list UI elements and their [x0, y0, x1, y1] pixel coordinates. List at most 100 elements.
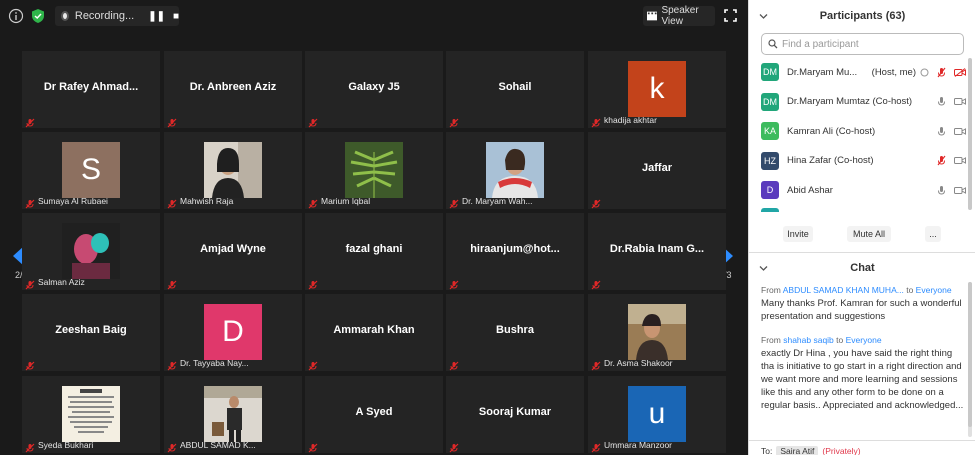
participant-video-tile[interactable]: Sooraj Kumar — [446, 376, 584, 453]
participant-list-item[interactable]: HZ Hina Zafar (Co-host) — [761, 148, 966, 174]
info-icon[interactable] — [8, 8, 24, 24]
participant-video-tile[interactable]: Dr. Asma Shakoor — [588, 294, 726, 371]
participant-name: Dr Rafey Ahmad... — [43, 81, 139, 93]
participant-video-tile[interactable]: ABDUL SAMAD K... — [164, 376, 302, 453]
video-off-icon[interactable] — [954, 67, 966, 77]
right-side-panel: Participants (63) Find a participant DM D… — [748, 0, 975, 455]
mic-muted-icon — [591, 115, 601, 128]
participant-avatar: DM — [761, 92, 779, 111]
participant-name: fazal ghani — [345, 243, 403, 255]
mic-muted-icon — [449, 440, 459, 453]
shield-icon[interactable] — [30, 8, 46, 24]
from-label: From — [761, 285, 781, 295]
participant-video-tile[interactable]: hiraanjum@hot... — [446, 213, 584, 290]
participant-video-tile[interactable]: Zeeshan Baig — [22, 294, 160, 371]
chat-input-divider — [749, 440, 975, 441]
mic-muted-icon — [308, 196, 318, 209]
avatar-photo — [204, 142, 262, 198]
to-label: To: — [761, 446, 773, 455]
participant-list-item[interactable]: D Abid Ashar — [761, 177, 966, 203]
chat-scrollbar[interactable] — [968, 282, 972, 427]
video-icon[interactable] — [954, 127, 966, 136]
mic-muted-icon — [591, 196, 601, 209]
chat-sender: ABDUL SAMAD KHAN MUHA... — [782, 285, 904, 295]
participant-list-item[interactable]: KA Kamran Ali (Co-host) — [761, 118, 966, 144]
mic-muted-icon[interactable] — [937, 67, 946, 78]
participant-video-tile[interactable]: Dr. Anbreen Aziz — [164, 51, 302, 128]
participant-video-tile[interactable]: Jaffar — [588, 132, 726, 209]
chat-message-text: Many thanks Prof. Kamran for such a wond… — [761, 298, 962, 322]
participant-video-tile[interactable]: Dr.Rabia Inam G... — [588, 213, 726, 290]
mic-muted-icon — [308, 115, 318, 128]
pause-recording-button[interactable]: ❚❚ — [148, 11, 165, 22]
participant-name: Marium Iqbal — [321, 196, 371, 206]
participant-video-tile[interactable]: u Ummara Manzoor — [588, 376, 726, 453]
participant-video-tile[interactable]: A Syed — [305, 376, 443, 453]
to-word: to — [906, 285, 914, 295]
chat-message: From ABDUL SAMAD KHAN MUHA... to Everyon… — [761, 284, 966, 323]
video-icon[interactable] — [954, 156, 966, 165]
zoom-window: Recording... ❚❚ ■ Speaker View 2/3 2/3 D… — [0, 0, 975, 455]
video-icon[interactable] — [954, 186, 966, 195]
participant-avatar: DM — [761, 63, 779, 81]
recording-indicator: Recording... ❚❚ ■ — [55, 6, 179, 26]
invite-button[interactable]: Invite — [783, 226, 813, 242]
avatar-photo — [62, 386, 120, 442]
participant-name: Syeda Bukhari — [38, 440, 94, 450]
participant-search-input[interactable]: Find a participant — [761, 33, 964, 55]
participant-video-tile[interactable]: Sohail — [446, 51, 584, 128]
mic-muted-icon — [25, 358, 35, 371]
mic-muted-icon — [167, 277, 177, 290]
mic-muted-icon — [308, 358, 318, 371]
participant-video-tile[interactable]: Salman Aziz — [22, 213, 160, 290]
participant-list-item[interactable]: DM Dr.Maryam Mumtaz (Co-host) — [761, 89, 966, 115]
participant-list-name: Dr.Maryam Mu... — [787, 66, 858, 78]
chat-sender: shahab saqib — [783, 335, 834, 345]
mic-icon[interactable] — [937, 126, 946, 137]
participant-name: Ammarah Khan — [333, 324, 415, 336]
mic-icon[interactable] — [937, 96, 946, 107]
participant-video-tile[interactable]: Mahwish Raja — [164, 132, 302, 209]
participant-video-tile[interactable]: Amjad Wyne — [164, 213, 302, 290]
chat-recipient-row: To: Saira Atif (Privately) — [761, 446, 861, 455]
participant-video-tile[interactable]: k khadija akhtar — [588, 51, 726, 128]
participant-video-tile[interactable]: S Sumaya Al Rubaei — [22, 132, 160, 209]
speaker-view-button[interactable]: Speaker View — [643, 5, 715, 27]
participant-video-tile[interactable]: fazal ghani — [305, 213, 443, 290]
mic-muted-icon[interactable] — [937, 155, 946, 166]
participant-video-tile[interactable]: Syeda Bukhari — [22, 376, 160, 453]
chat-recipient: Everyone — [915, 285, 952, 295]
mic-icon[interactable] — [937, 185, 946, 196]
participant-list-scrollbar[interactable] — [968, 58, 972, 210]
participant-avatar: D — [761, 181, 779, 199]
participant-name: A Syed — [355, 406, 393, 418]
grid-view-icon — [647, 11, 658, 21]
chat-title: Chat — [850, 262, 875, 274]
avatar-photo — [62, 223, 120, 279]
search-icon — [768, 39, 778, 49]
participant-name: Dr. Asma Shakoor — [604, 358, 673, 368]
mute-all-button[interactable]: Mute All — [847, 226, 891, 242]
participant-avatar: KA — [761, 122, 779, 140]
recording-label: Recording... — [74, 10, 135, 22]
fullscreen-icon[interactable] — [724, 9, 737, 22]
mic-muted-icon — [591, 277, 601, 290]
participant-name: Sumaya Al Rubaei — [38, 196, 108, 206]
participant-video-tile[interactable]: Marium Iqbal — [305, 132, 443, 209]
participant-list-name: Kamran Ali (Co-host) — [787, 125, 876, 137]
participant-video-tile[interactable]: Ammarah Khan — [305, 294, 443, 371]
participant-video-tile[interactable]: Dr Rafey Ahmad... — [22, 51, 160, 128]
participant-list-item[interactable]: DM Dr.Maryam Mu... (Host, me) — [761, 59, 966, 85]
participant-video-tile[interactable]: Galaxy J5 — [305, 51, 443, 128]
video-icon[interactable] — [954, 97, 966, 106]
participant-video-tile[interactable]: Dr. Maryam Wah... — [446, 132, 584, 209]
mic-muted-icon — [449, 115, 459, 128]
participant-video-tile[interactable]: D Dr. Tayyaba Nay... — [164, 294, 302, 371]
video-gallery-area: Recording... ❚❚ ■ Speaker View 2/3 2/3 D… — [0, 0, 748, 455]
participant-name: Dr. Anbreen Aziz — [189, 81, 277, 93]
stop-recording-button[interactable]: ■ — [173, 11, 179, 22]
participants-more-button[interactable]: ... — [925, 226, 941, 242]
recipient-dropdown[interactable]: Saira Atif — [776, 446, 819, 455]
participants-title: Participants (63) — [819, 10, 906, 22]
participant-video-tile[interactable]: Bushra — [446, 294, 584, 371]
